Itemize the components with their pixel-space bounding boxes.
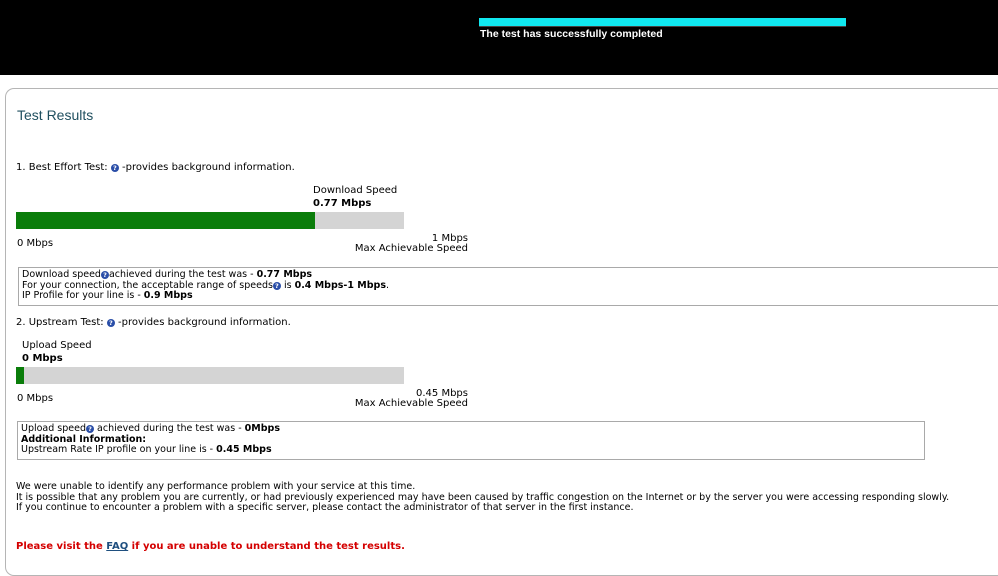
upload-info-box: Upload speed? achieved during the test w…: [17, 421, 925, 460]
download-info-box: Download speed? achieved during the test …: [18, 267, 998, 306]
upload-speed-line-value: 0Mbps: [244, 423, 280, 434]
upload-speed-line-text: achieved during the test was -: [94, 423, 245, 434]
ip-profile-label: IP Profile for your line is -: [22, 290, 144, 301]
download-speed-bar: [16, 212, 404, 229]
download-min-label: 0 Mbps: [17, 238, 54, 249]
upstream-heading-label: 2. Upstream Test:: [16, 317, 104, 328]
upstream-heading-info: -provides background information.: [118, 317, 291, 328]
summary-text: We were unable to identify any performan…: [16, 481, 949, 514]
upload-max-label: Max Achievable Speed: [354, 398, 468, 409]
acceptable-range-text: is: [280, 279, 295, 291]
question-circle-icon[interactable]: ?: [106, 319, 115, 327]
faq-notice-suffix: if you are unable to understand the test…: [128, 541, 405, 552]
download-speed-label: Download Speed: [313, 185, 398, 196]
question-circle-icon[interactable]: ?: [100, 271, 109, 279]
acceptable-range-period: .: [386, 279, 390, 291]
acceptable-range-label: For your connection, the acceptable rang…: [22, 279, 273, 291]
question-circle-icon[interactable]: ?: [110, 164, 119, 172]
download-speed-value: 0.77 Mbps: [313, 198, 372, 209]
upstream-ip-profile-line: Upstream Rate IP profile on your line is…: [21, 444, 921, 456]
question-circle-icon[interactable]: ?: [272, 281, 281, 290]
upload-speed-line-label: Upload speed: [21, 423, 87, 434]
summary-line-1: We were unable to identify any performan…: [16, 481, 416, 492]
upstream-ip-profile-label: Upstream Rate IP profile on your line is…: [21, 444, 217, 455]
ip-profile-value: 0.9 Mbps: [143, 290, 193, 301]
download-speed-line-value: 0.77 Mbps: [256, 269, 313, 280]
test-progress-fill: [479, 18, 846, 26]
question-circle-icon[interactable]: ?: [86, 425, 95, 433]
upload-min-label: 0 Mbps: [17, 393, 54, 404]
upload-speed-bar: [16, 367, 404, 384]
ip-profile-line: IP Profile for your line is - 0.9 Mbps: [22, 290, 998, 302]
test-status-text: The test has successfully completed: [480, 28, 663, 40]
summary-line-3: If you continue to encounter a problem w…: [16, 502, 634, 513]
download-speed-line-label: Download speed: [22, 269, 101, 280]
faq-notice-prefix: Please visit the: [16, 541, 107, 552]
upstream-heading: 2. Upstream Test: ? -provides background…: [16, 317, 291, 328]
download-speed-bar-fill: [16, 212, 315, 229]
upload-speed-bar-fill: [16, 367, 24, 384]
download-speed-line-text: achieved during the test was -: [108, 269, 257, 280]
upload-speed-value: 0 Mbps: [22, 353, 63, 364]
upload-speed-line: Upload speed? achieved during the test w…: [21, 423, 921, 435]
upload-speed-label: Upload Speed: [22, 340, 92, 351]
best-effort-heading-info: -provides background information.: [122, 162, 295, 173]
additional-info-heading: Additional Information:: [21, 433, 147, 445]
acceptable-range-value: 0.4 Mbps-1 Mbps: [294, 279, 386, 291]
faq-link[interactable]: FAQ: [106, 541, 128, 552]
faq-notice: Please visit the FAQ if you are unable t…: [16, 541, 405, 552]
best-effort-heading-label: 1. Best Effort Test:: [16, 162, 108, 173]
panel-title: Test Results: [17, 107, 94, 123]
best-effort-heading: 1. Best Effort Test: ? -provides backgro…: [16, 162, 295, 173]
test-progress-bar: [479, 18, 846, 27]
upstream-ip-profile-value: 0.45 Mbps: [216, 444, 272, 455]
top-status-bar: The test has successfully completed: [0, 0, 998, 75]
download-max-label: Max Achievable Speed: [354, 243, 468, 254]
